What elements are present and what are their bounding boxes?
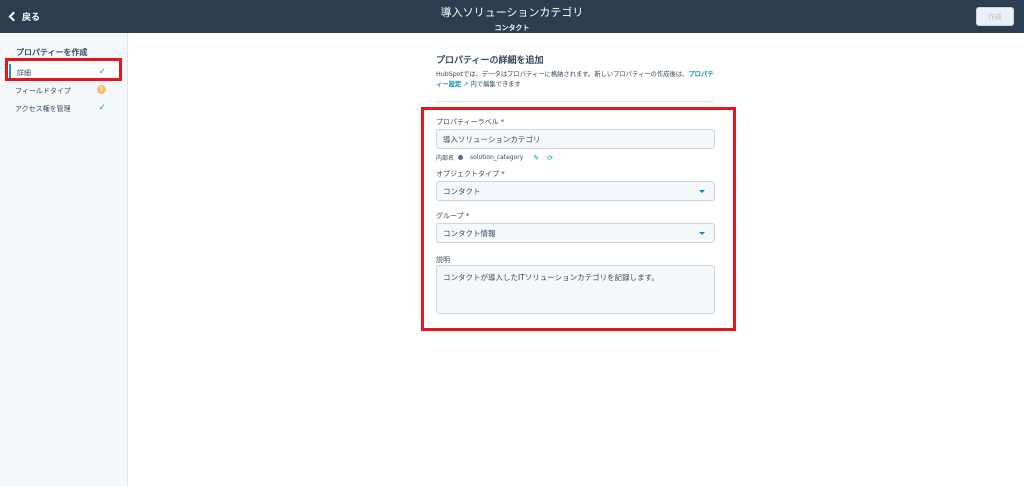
warning-icon: ! (97, 85, 106, 94)
form-description-text: HubSpotでは、データはプロパティーに格納されます。新しいプロパティーの作成… (436, 71, 689, 78)
divider (436, 101, 714, 102)
sidebar-item-label: フィールドタイプ (15, 86, 71, 95)
sidebar-heading: プロパティーを作成 (16, 48, 88, 57)
check-icon: ✓ (98, 103, 106, 113)
page-title: 導入ソリューションカテゴリ (440, 6, 584, 19)
sidebar-item-label: アクセス権を管理 (15, 104, 71, 113)
page-subtitle: コンタクト (494, 24, 530, 32)
sidebar-item-field-type[interactable]: フィールドタイプ ! (9, 82, 123, 99)
highlight-box-sidebar (5, 58, 122, 81)
form-description-suffix: 内で編集できます (470, 81, 521, 88)
form-header: プロパティーの詳細を追加 HubSpotでは、データはプロパティーに格納されます… (436, 53, 716, 90)
highlight-box-form (421, 107, 736, 331)
create-button[interactable]: 作成 (976, 7, 1014, 26)
page-title-area: 導入ソリューションカテゴリ コンタクト (0, 4, 1024, 33)
form-description: HubSpotでは、データはプロパティーに格納されます。新しいプロパティーの作成… (436, 70, 716, 90)
sidebar-item-access[interactable]: アクセス権を管理 ✓ (9, 100, 123, 117)
form-title: プロパティーの詳細を追加 (436, 56, 544, 66)
top-bar: 戻る 導入ソリューションカテゴリ コンタクト 作成 (0, 0, 1024, 33)
